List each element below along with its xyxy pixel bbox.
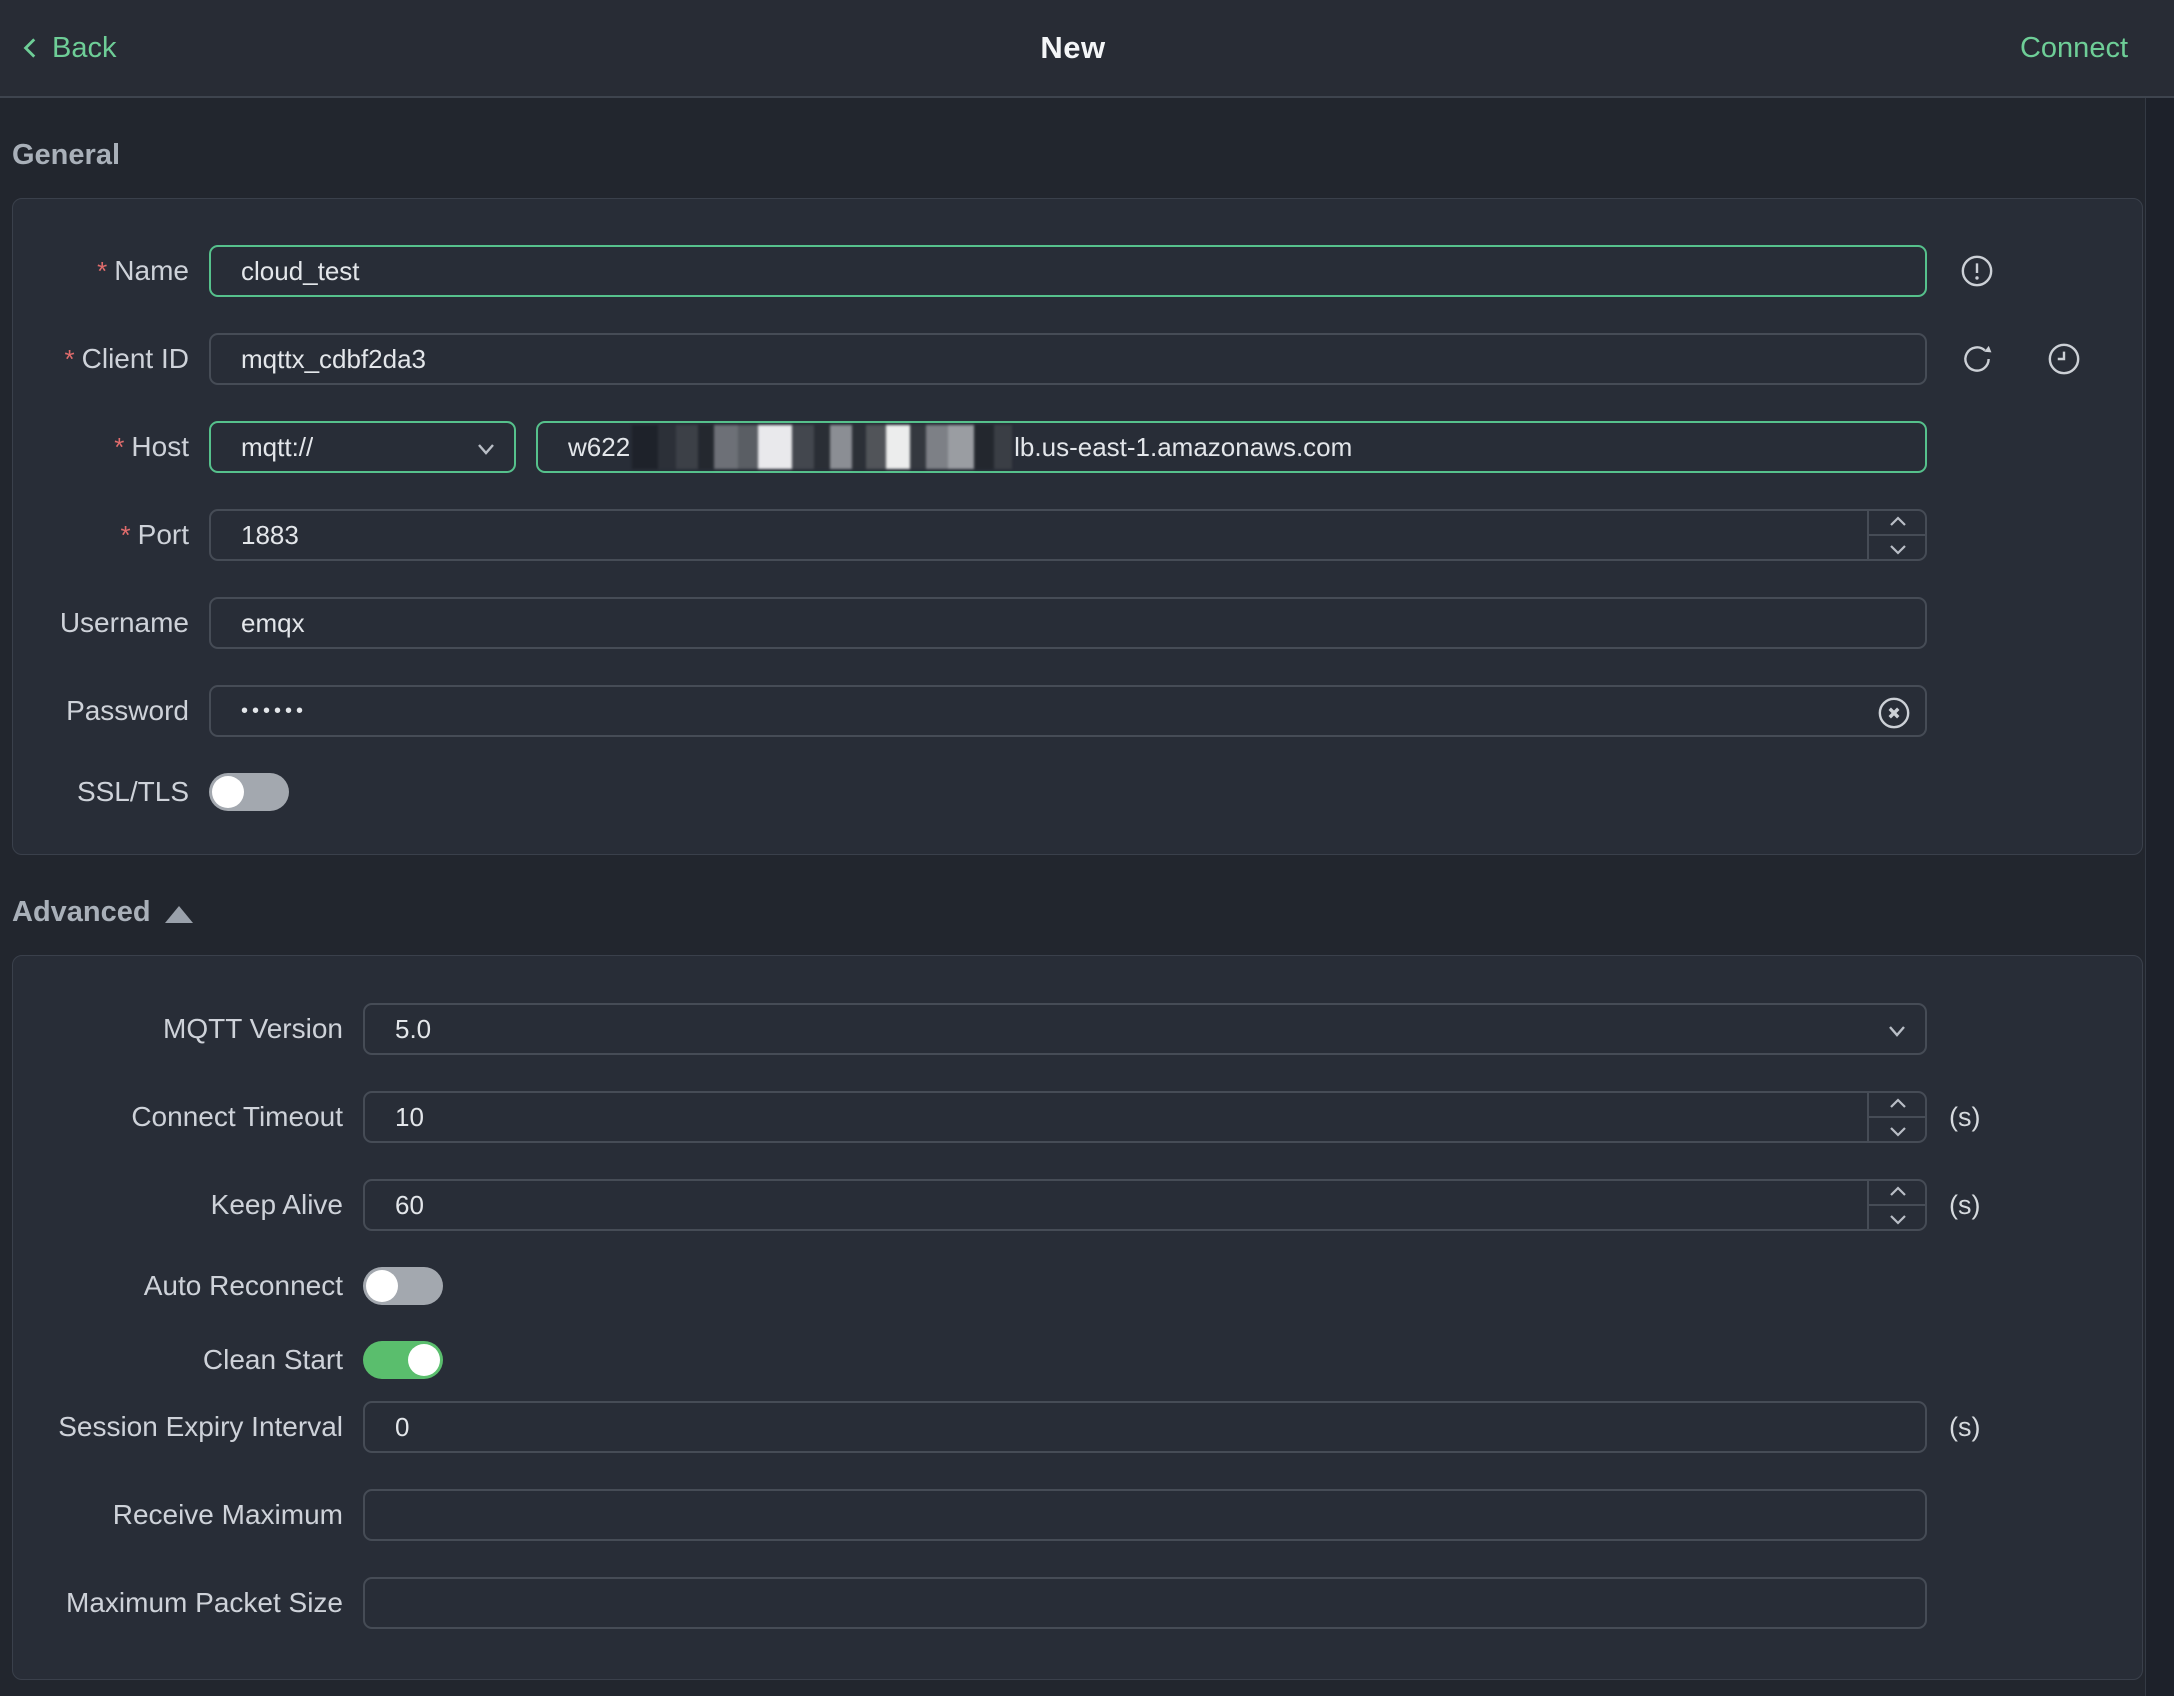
- seconds-unit: (s): [1949, 1189, 1981, 1220]
- required-asterisk: *: [64, 344, 75, 374]
- required-asterisk: *: [120, 520, 131, 550]
- connect-button[interactable]: Connect: [2020, 32, 2128, 65]
- keep-alive-input[interactable]: 60: [363, 1179, 1927, 1231]
- ssl-tls-toggle[interactable]: [209, 773, 289, 811]
- maximum-packet-size-input[interactable]: [363, 1577, 1927, 1629]
- history-clock-icon[interactable]: [2047, 342, 2081, 376]
- client-id-label: * Client ID: [64, 343, 190, 374]
- port-row: * Port 1883: [37, 509, 2142, 561]
- clean-start-toggle[interactable]: [363, 1341, 443, 1379]
- advanced-card: MQTT Version 5.0 Connect Timeout 10 (s) …: [12, 955, 2143, 1680]
- auto-reconnect-label: Auto Reconnect: [143, 1270, 343, 1301]
- clear-password-icon[interactable]: [1877, 696, 1911, 730]
- chevron-down-icon: [478, 444, 494, 455]
- refresh-client-id-icon[interactable]: [1960, 342, 1994, 376]
- connect-timeout-label: Connect Timeout: [131, 1101, 343, 1132]
- password-input[interactable]: ••••••: [209, 685, 1927, 737]
- keep-alive-row: Keep Alive 60 (s): [37, 1179, 2142, 1231]
- session-expiry-label: Session Expiry Interval: [58, 1411, 343, 1442]
- mqtt-version-select[interactable]: 5.0: [363, 1003, 1927, 1055]
- auto-reconnect-row: Auto Reconnect: [37, 1267, 2142, 1305]
- advanced-section-header[interactable]: Advanced: [12, 895, 2174, 929]
- connect-timeout-row: Connect Timeout 10 (s): [37, 1091, 2142, 1143]
- password-row: Password ••••••: [37, 685, 2142, 737]
- keep-alive-stepper: [1867, 1179, 1927, 1231]
- password-label: Password: [66, 695, 189, 726]
- seconds-unit: (s): [1949, 1411, 1981, 1442]
- advanced-section-title: Advanced: [12, 896, 151, 928]
- collapse-arrow-icon: [164, 905, 193, 923]
- required-asterisk: *: [97, 256, 108, 286]
- name-row: * Name cloud_test: [37, 245, 2142, 297]
- connect-timeout-stepper: [1867, 1091, 1927, 1143]
- toggle-knob: [366, 1270, 398, 1302]
- mqtt-version-row: MQTT Version 5.0: [37, 1003, 2142, 1055]
- redacted-host-segment: [632, 425, 1013, 469]
- maximum-packet-size-row: Maximum Packet Size: [37, 1577, 2142, 1629]
- chevron-down-icon: [1889, 1026, 1905, 1037]
- host-label: * Host: [114, 431, 189, 462]
- topbar: Back New Connect: [0, 0, 2174, 98]
- keep-alive-label: Keep Alive: [210, 1189, 343, 1220]
- session-expiry-input[interactable]: 0: [363, 1401, 1927, 1453]
- username-row: Username emqx: [37, 597, 2142, 649]
- general-section-header: General: [12, 138, 2174, 172]
- port-label: * Port: [120, 519, 189, 550]
- client-id-input[interactable]: mqttx_cdbf2da3: [209, 333, 1927, 385]
- keep-alive-increase-button[interactable]: [1869, 1179, 1927, 1206]
- required-asterisk: *: [114, 432, 125, 462]
- general-card: * Name cloud_test * Client ID mqttx_cdbf2d…: [12, 198, 2143, 855]
- name-warning-icon[interactable]: [1960, 254, 1994, 288]
- protocol-select[interactable]: mqtt://: [209, 421, 516, 473]
- mqtt-version-label: MQTT Version: [163, 1013, 343, 1044]
- session-expiry-row: Session Expiry Interval 0 (s): [37, 1401, 2142, 1453]
- auto-reconnect-toggle[interactable]: [363, 1267, 443, 1305]
- receive-maximum-row: Receive Maximum: [37, 1489, 2142, 1541]
- username-input[interactable]: emqx: [209, 597, 1927, 649]
- name-input[interactable]: cloud_test: [209, 245, 1927, 297]
- ssl-tls-row: SSL/TLS: [37, 773, 2142, 811]
- connect-timeout-input[interactable]: 10: [363, 1091, 1927, 1143]
- form-content: General * Name cloud_test * Client ID mq…: [0, 138, 2174, 1680]
- clean-start-row: Clean Start: [37, 1341, 2142, 1379]
- port-input[interactable]: 1883: [209, 509, 1927, 561]
- toggle-knob: [212, 776, 244, 808]
- connect-timeout-increase-button[interactable]: [1869, 1091, 1927, 1118]
- toggle-knob: [408, 1344, 440, 1376]
- keep-alive-decrease-button[interactable]: [1869, 1206, 1927, 1231]
- ssl-tls-label: SSL/TLS: [76, 776, 189, 807]
- port-stepper: [1867, 509, 1927, 561]
- connect-timeout-decrease-button[interactable]: [1869, 1118, 1927, 1143]
- page-title: New: [1040, 30, 1106, 65]
- receive-maximum-input[interactable]: [363, 1489, 1927, 1541]
- port-decrease-button[interactable]: [1869, 536, 1927, 561]
- seconds-unit: (s): [1949, 1101, 1981, 1132]
- general-section-title: General: [12, 139, 120, 171]
- receive-maximum-label: Receive Maximum: [112, 1499, 343, 1530]
- host-input[interactable]: w622 lb.us-east-1.amazonaws.com: [536, 421, 1927, 473]
- scrollbar-track[interactable]: [2145, 98, 2174, 1696]
- maximum-packet-size-label: Maximum Packet Size: [66, 1587, 343, 1618]
- username-label: Username: [59, 607, 189, 638]
- name-label: * Name: [97, 255, 189, 286]
- client-id-row: * Client ID mqttx_cdbf2da3: [37, 333, 2142, 385]
- new-connection-page: Back New Connect General * Name cloud_tes…: [0, 0, 2174, 1696]
- port-increase-button[interactable]: [1869, 509, 1927, 536]
- clean-start-label: Clean Start: [202, 1344, 343, 1375]
- host-row: * Host mqtt:// w622 lb.us-east-1.amazonaw…: [37, 421, 2142, 473]
